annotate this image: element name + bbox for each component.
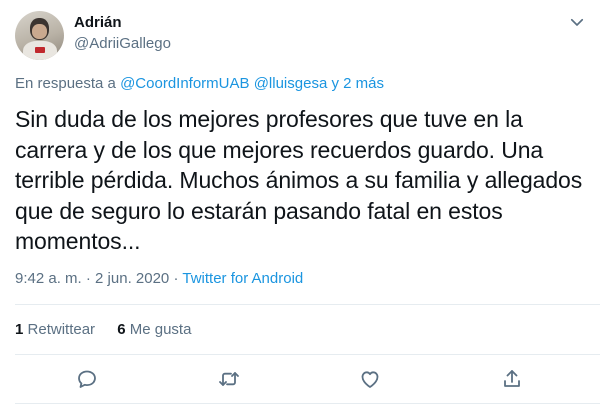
retweets-count: 1 bbox=[15, 321, 24, 338]
mention-link[interactable]: @CoordInformUAB bbox=[120, 75, 249, 92]
tweet-meta: 9:42 a. m. · 2 jun. 2020 · Twitter for A… bbox=[15, 270, 303, 287]
divider bbox=[15, 354, 600, 355]
meta-separator: · bbox=[173, 270, 179, 287]
tweet-date[interactable]: 2 jun. 2020 bbox=[95, 270, 169, 287]
author-name[interactable]: Adrián bbox=[74, 14, 122, 31]
likes-count: 6 bbox=[117, 321, 126, 338]
reply-icon[interactable] bbox=[75, 367, 99, 391]
retweets-stat[interactable]: 1 Retwittear bbox=[15, 321, 95, 338]
tweet-text: Sin duda de los mejores profesores que t… bbox=[15, 106, 583, 254]
tweet-time[interactable]: 9:42 a. m. bbox=[15, 270, 82, 287]
more-mentions-link[interactable]: y 2 más bbox=[331, 75, 384, 92]
retweet-icon[interactable] bbox=[217, 367, 241, 391]
retweets-label: Retwittear bbox=[27, 321, 96, 338]
tweet-source[interactable]: Twitter for Android bbox=[182, 270, 303, 287]
meta-separator: · bbox=[85, 270, 91, 287]
avatar-face bbox=[32, 24, 47, 39]
share-icon[interactable] bbox=[500, 367, 524, 391]
avatar-shirt-logo bbox=[35, 47, 45, 53]
mention-link[interactable]: @lluisgesa bbox=[254, 75, 328, 92]
chevron-down-icon[interactable] bbox=[568, 13, 586, 31]
author-handle[interactable]: @AdriiGallego bbox=[74, 35, 171, 52]
avatar[interactable] bbox=[15, 11, 64, 60]
likes-label: Me gusta bbox=[129, 321, 192, 338]
divider bbox=[15, 304, 600, 305]
reply-prefix: En respuesta a bbox=[15, 75, 116, 92]
heart-icon[interactable] bbox=[358, 367, 382, 391]
likes-stat[interactable]: 6 Me gusta bbox=[117, 321, 191, 338]
reply-context: En respuesta a @CoordInformUAB @lluisges… bbox=[15, 75, 384, 92]
tweet-stats: 1 Retwittear 6 Me gusta bbox=[15, 321, 209, 338]
